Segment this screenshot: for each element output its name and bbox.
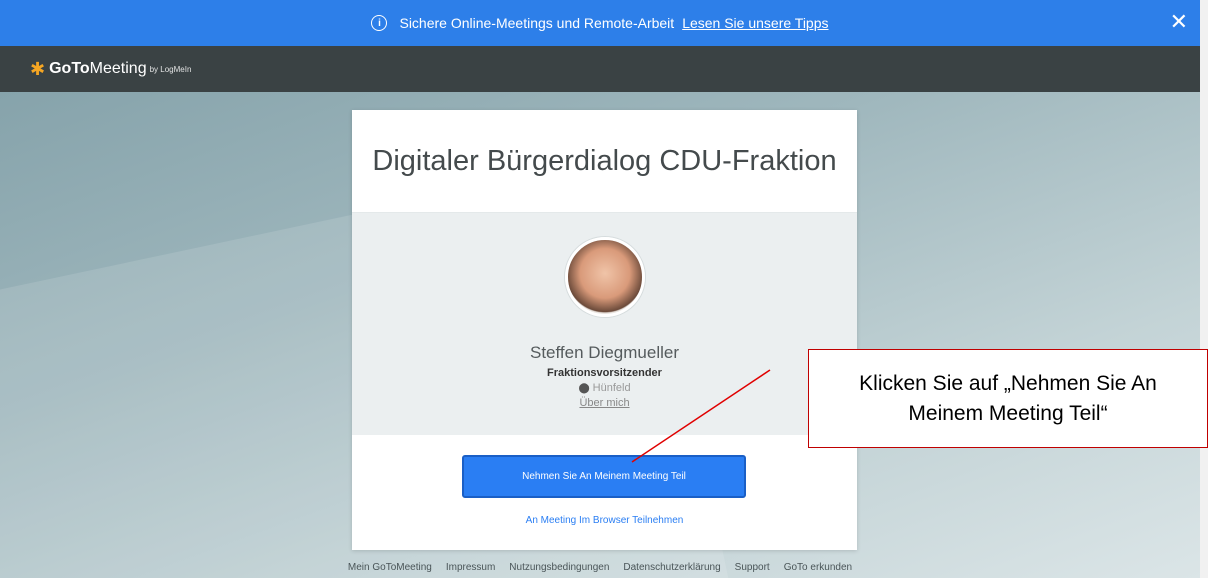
organizer-role: Fraktionsvorsitzender: [547, 367, 662, 379]
logo-by-text: by LogMeIn: [149, 64, 192, 74]
logo-star-icon: ✱: [30, 58, 46, 79]
main-area: Digitaler Bürgerdialog CDU-Fraktion Stef…: [0, 92, 1200, 578]
banner-text: Sichere Online-Meetings und Remote-Arbei…: [399, 15, 675, 31]
meeting-card: Digitaler Bürgerdialog CDU-Fraktion Stef…: [352, 110, 857, 550]
about-me-link[interactable]: Über mich: [579, 397, 629, 409]
organizer-location-text: Hünfeld: [592, 382, 631, 394]
header-bar: ✱ GoTo Meeting by LogMeIn: [0, 46, 1200, 92]
callout-text: Klicken Sie auf „Nehmen Sie An Meinem Me…: [859, 372, 1157, 425]
join-in-browser-link[interactable]: An Meeting Im Browser Teilnehmen: [352, 515, 857, 526]
banner-tips-link[interactable]: Lesen Sie unsere Tipps: [682, 15, 828, 31]
organizer-name: Steffen Diegmueller: [530, 343, 679, 362]
footer-link-impressum[interactable]: Impressum: [446, 562, 495, 573]
footer-link-my-gotomeeting[interactable]: Mein GoToMeeting: [348, 562, 432, 573]
avatar: [564, 237, 645, 317]
footer-link-support[interactable]: Support: [735, 562, 770, 573]
logo-goto-text: GoTo: [49, 60, 90, 77]
logo-meeting-text: Meeting: [89, 60, 147, 77]
organizer-location: ⬤ Hünfeld: [578, 382, 630, 394]
close-icon[interactable]: ✕: [1170, 11, 1188, 33]
footer-links: Mein GoToMeeting Impressum Nutzungsbedin…: [0, 562, 1200, 573]
instruction-callout: Klicken Sie auf „Nehmen Sie An Meinem Me…: [808, 349, 1208, 448]
meeting-title: Digitaler Bürgerdialog CDU-Fraktion: [372, 144, 837, 177]
footer-link-privacy[interactable]: Datenschutzerklärung: [623, 562, 720, 573]
card-header: Digitaler Bürgerdialog CDU-Fraktion: [352, 110, 857, 213]
organizer-section: Steffen Diegmueller Fraktionsvorsitzende…: [352, 213, 857, 435]
info-icon: i: [371, 15, 388, 31]
join-meeting-button[interactable]: Nehmen Sie An Meinem Meeting Teil: [462, 455, 746, 498]
scrollbar[interactable]: [1200, 0, 1208, 578]
footer-link-terms[interactable]: Nutzungsbedingungen: [509, 562, 609, 573]
map-pin-icon: ⬤: [578, 382, 590, 394]
gotomeeting-logo[interactable]: ✱ GoTo Meeting by LogMeIn: [30, 59, 191, 80]
footer-link-explore-goto[interactable]: GoTo erkunden: [784, 562, 852, 573]
announcement-banner: i Sichere Online-Meetings und Remote-Arb…: [0, 0, 1200, 46]
